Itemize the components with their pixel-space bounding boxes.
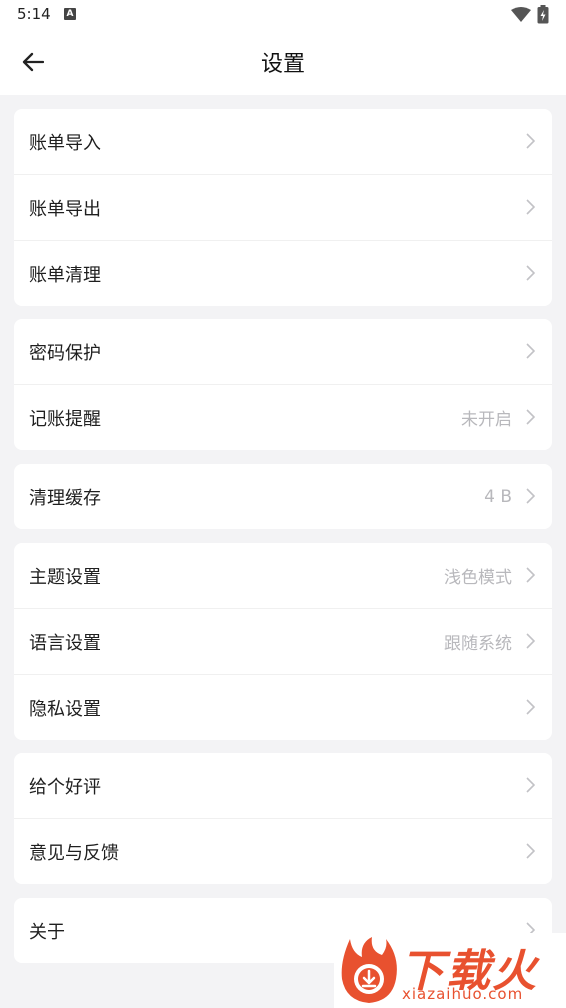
row-label: 账单清理 — [29, 264, 101, 286]
row-label: 账单导入 — [29, 132, 101, 154]
chevron-right-icon — [526, 265, 535, 281]
row-bill-clean[interactable]: 账单清理 — [14, 240, 552, 306]
chevron-right-icon — [526, 133, 535, 149]
flame-download-icon — [341, 937, 397, 1003]
chevron-right-icon — [526, 699, 535, 715]
chevron-right-icon — [526, 843, 535, 859]
row-feedback[interactable]: 意见与反馈 — [14, 818, 552, 884]
row-label: 主题设置 — [29, 566, 101, 588]
row-value: 浅色模式 — [444, 568, 512, 588]
chevron-right-icon — [526, 199, 535, 215]
row-label: 密码保护 — [29, 342, 101, 364]
row-value: 未开启 — [461, 410, 512, 430]
row-label: 语言设置 — [29, 632, 101, 654]
app-bar: 设置 — [0, 30, 566, 95]
status-time: 5:14 — [17, 5, 51, 23]
row-bill-export[interactable]: 账单导出 — [14, 174, 552, 240]
row-label: 账单导出 — [29, 198, 101, 220]
row-bookkeeping-reminder[interactable]: 记账提醒 未开启 — [14, 384, 552, 450]
watermark-domain: xiazaihuo.com — [402, 985, 524, 1003]
battery-icon — [537, 5, 549, 24]
settings-group-cache: 清理缓存 4 B — [14, 464, 552, 529]
row-label: 隐私设置 — [29, 698, 101, 720]
chevron-right-icon — [526, 567, 535, 583]
chevron-right-icon — [526, 343, 535, 359]
wifi-icon — [511, 7, 531, 22]
row-value: 跟随系统 — [444, 634, 512, 654]
row-password-protection[interactable]: 密码保护 — [14, 319, 552, 384]
row-bill-import[interactable]: 账单导入 — [14, 109, 552, 174]
status-bar: 5:14 A — [0, 0, 566, 30]
chevron-right-icon — [526, 409, 535, 425]
row-privacy-settings[interactable]: 隐私设置 — [14, 674, 552, 740]
row-value: 4 B — [484, 486, 512, 507]
row-label: 给个好评 — [29, 776, 101, 798]
row-theme-settings[interactable]: 主题设置 浅色模式 — [14, 543, 552, 608]
chevron-right-icon — [526, 777, 535, 793]
page-title: 设置 — [260, 52, 305, 77]
watermark: 下载火 xiazaihuo.com — [334, 933, 566, 1008]
row-label: 清理缓存 — [29, 487, 101, 509]
row-label: 记账提醒 — [29, 408, 101, 430]
settings-group-security: 密码保护 记账提醒 未开启 — [14, 319, 552, 450]
chevron-right-icon — [526, 488, 535, 504]
settings-group-bill: 账单导入 账单导出 账单清理 — [14, 109, 552, 306]
settings-group-preferences: 主题设置 浅色模式 语言设置 跟随系统 隐私设置 — [14, 543, 552, 740]
row-rate-app[interactable]: 给个好评 — [14, 753, 552, 818]
chevron-right-icon — [526, 633, 535, 649]
row-label: 关于 — [29, 921, 65, 943]
row-language-settings[interactable]: 语言设置 跟随系统 — [14, 608, 552, 674]
row-label: 意见与反馈 — [29, 842, 119, 864]
settings-group-feedback: 给个好评 意见与反馈 — [14, 753, 552, 884]
notification-a-icon: A — [64, 8, 76, 20]
row-clear-cache[interactable]: 清理缓存 4 B — [14, 464, 552, 529]
